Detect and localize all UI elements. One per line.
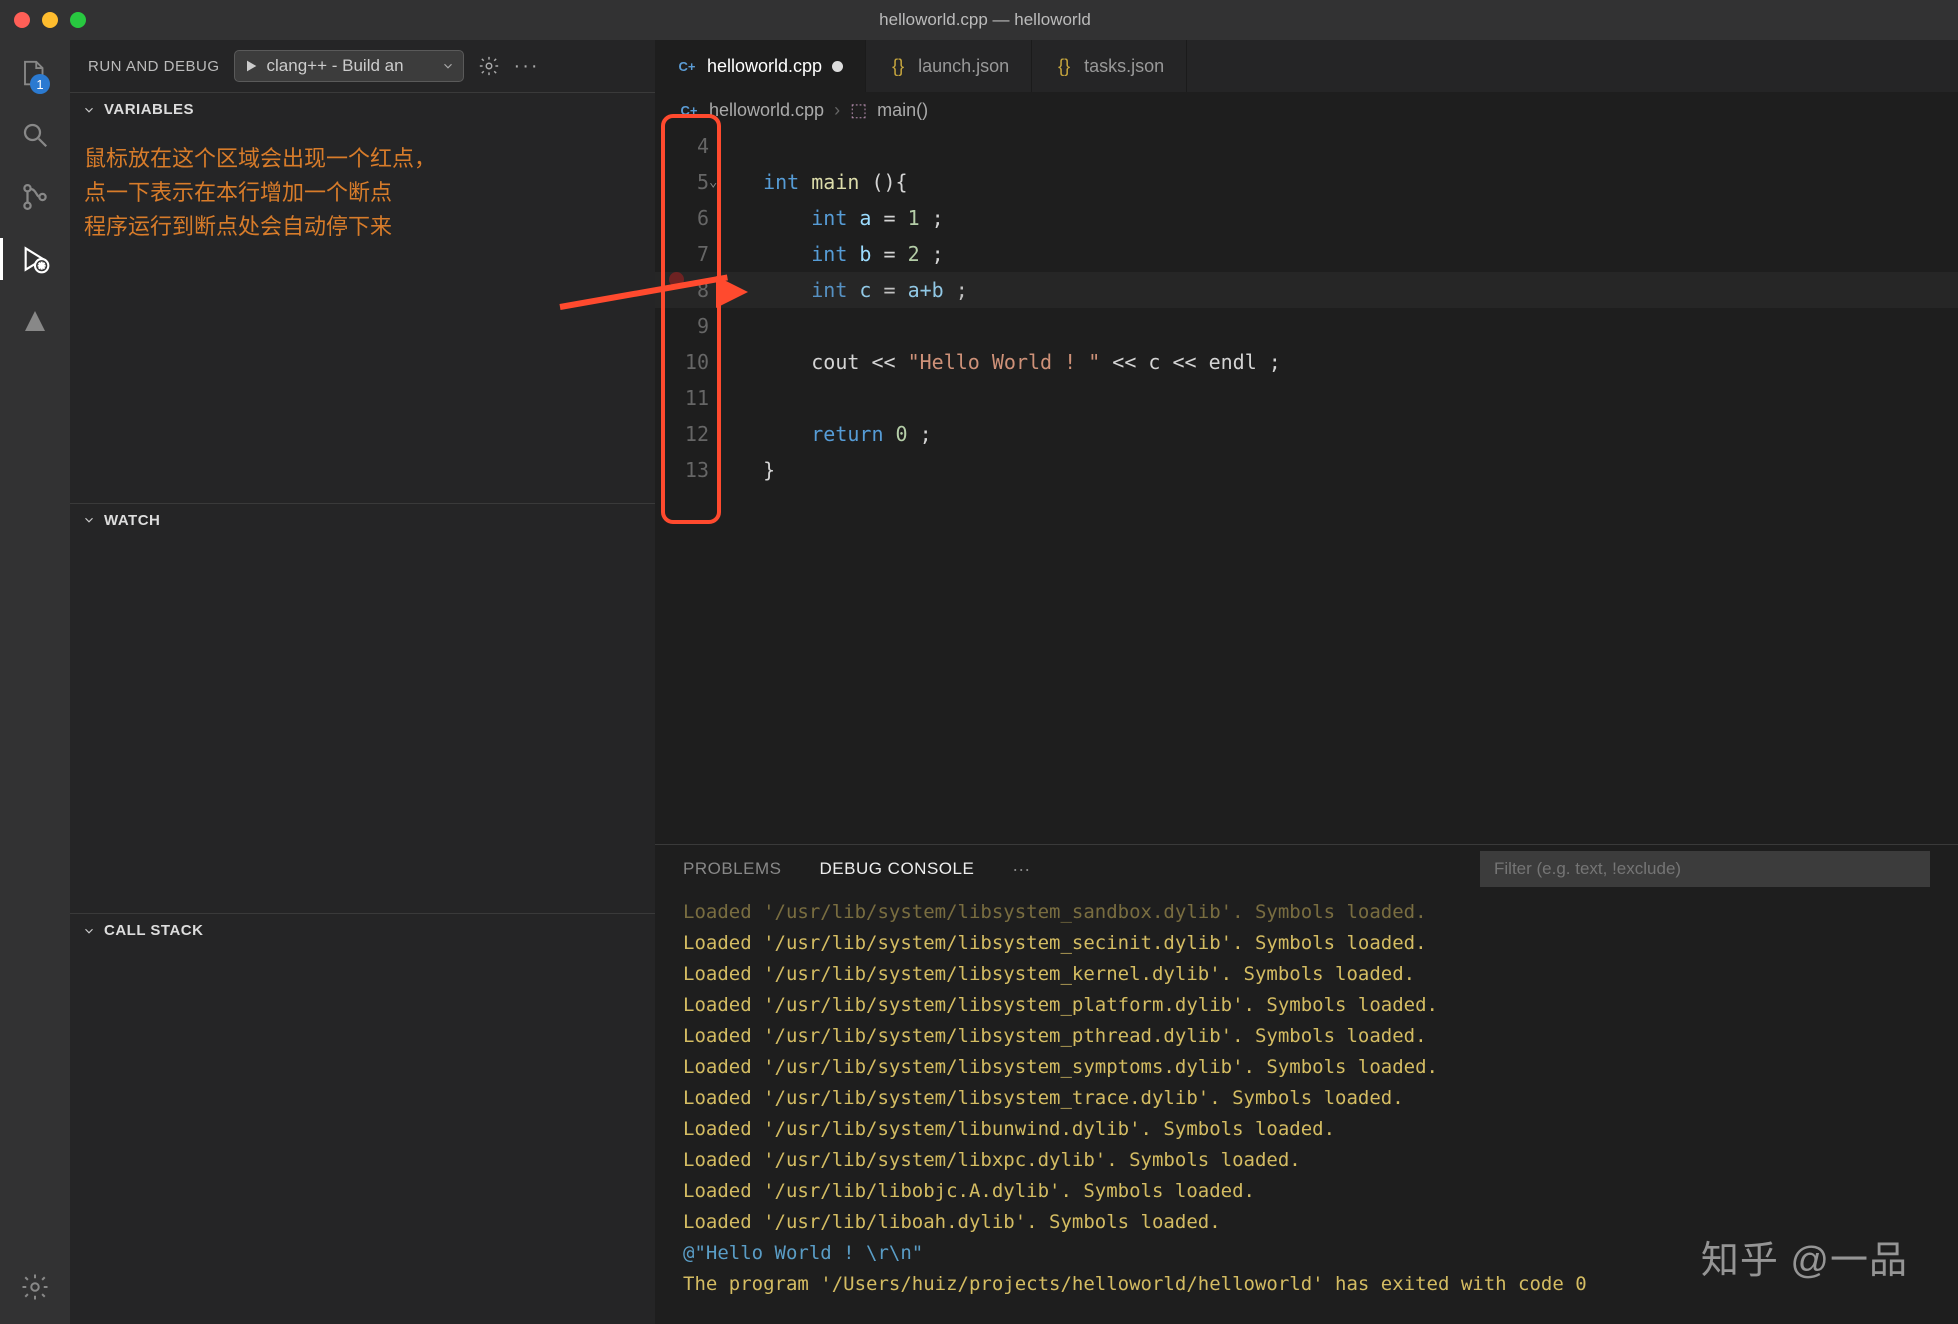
breadcrumb-file: helloworld.cpp [709, 100, 824, 121]
tab-launch-json[interactable]: {} launch.json [866, 40, 1032, 92]
problems-tab[interactable]: PROBLEMS [683, 859, 781, 879]
symbol-method-icon: ⬚ [850, 100, 867, 121]
run-debug-icon[interactable] [18, 242, 52, 276]
window-title: helloworld.cpp — helloworld [86, 10, 1884, 30]
activity-bar: 1 [0, 40, 70, 1324]
window-minimize-icon[interactable] [42, 12, 58, 28]
tab-helloworld-cpp[interactable]: C+ helloworld.cpp [655, 40, 866, 92]
sidebar-title: RUN AND DEBUG [88, 58, 220, 75]
editor-area: C+ helloworld.cpp {} launch.json {} task… [655, 40, 1958, 1324]
json-file-icon: {} [888, 56, 908, 76]
launch-config-select[interactable]: clang++ - Build an [234, 50, 464, 82]
json-file-icon: {} [1054, 56, 1074, 76]
explorer-icon[interactable]: 1 [18, 56, 52, 90]
code-editor[interactable]: ⌄ 45678910111213 int main (){ int a = 1 … [655, 128, 1958, 844]
explorer-badge: 1 [30, 74, 50, 94]
settings-icon[interactable] [18, 1270, 52, 1304]
console-filter-input[interactable] [1480, 851, 1930, 887]
window-maximize-icon[interactable] [70, 12, 86, 28]
gear-icon[interactable] [478, 55, 500, 77]
launch-config-label: clang++ - Build an [267, 56, 404, 76]
callstack-section[interactable]: CALL STACK [70, 913, 655, 1324]
variables-label: VARIABLES [104, 101, 194, 118]
debug-console-tab[interactable]: DEBUG CONSOLE [819, 859, 974, 879]
annotation-text: 鼠标放在这个区域会出现一个红点， 点一下表示在本行增加一个断点 程序运行到断点处… [70, 126, 655, 260]
cpp-file-icon: C+ [677, 56, 697, 76]
chevron-down-icon [441, 59, 455, 73]
watch-label: WATCH [104, 512, 160, 529]
editor-tabs: C+ helloworld.cpp {} launch.json {} task… [655, 40, 1958, 92]
titlebar: helloworld.cpp — helloworld [0, 0, 1958, 40]
line-gutter[interactable]: ⌄ 45678910111213 [655, 128, 739, 844]
callstack-label: CALL STACK [104, 922, 203, 939]
breadcrumb-symbol: main() [877, 100, 928, 121]
watermark-text: 知乎 @一品 [1701, 1229, 1908, 1284]
tab-label: tasks.json [1084, 56, 1164, 77]
source-control-icon[interactable] [18, 180, 52, 214]
tab-label: launch.json [918, 56, 1009, 77]
window-close-icon[interactable] [14, 12, 30, 28]
more-icon[interactable]: ··· [514, 55, 540, 78]
play-icon [243, 58, 259, 74]
watch-section[interactable]: WATCH [70, 503, 655, 914]
debug-sidebar: RUN AND DEBUG clang++ - Build an ··· VAR… [70, 40, 655, 1324]
code-content[interactable]: int main (){ int a = 1 ; int b = 2 ; int… [739, 128, 1958, 844]
tab-tasks-json[interactable]: {} tasks.json [1032, 40, 1187, 92]
variables-section[interactable]: VARIABLES 鼠标放在这个区域会出现一个红点， 点一下表示在本行增加一个断… [70, 92, 655, 503]
cpp-file-icon: C+ [679, 100, 699, 120]
breadcrumb[interactable]: C+ helloworld.cpp › ⬚ main() [655, 92, 1958, 128]
breakpoint-icon[interactable] [669, 272, 684, 287]
dirty-indicator-icon [832, 61, 843, 72]
more-icon[interactable]: ··· [1012, 859, 1030, 880]
fold-icon[interactable]: ⌄ [709, 164, 717, 200]
chevron-right-icon: › [834, 100, 840, 121]
search-icon[interactable] [18, 118, 52, 152]
tab-label: helloworld.cpp [707, 56, 822, 77]
extensions-icon[interactable] [18, 304, 52, 338]
